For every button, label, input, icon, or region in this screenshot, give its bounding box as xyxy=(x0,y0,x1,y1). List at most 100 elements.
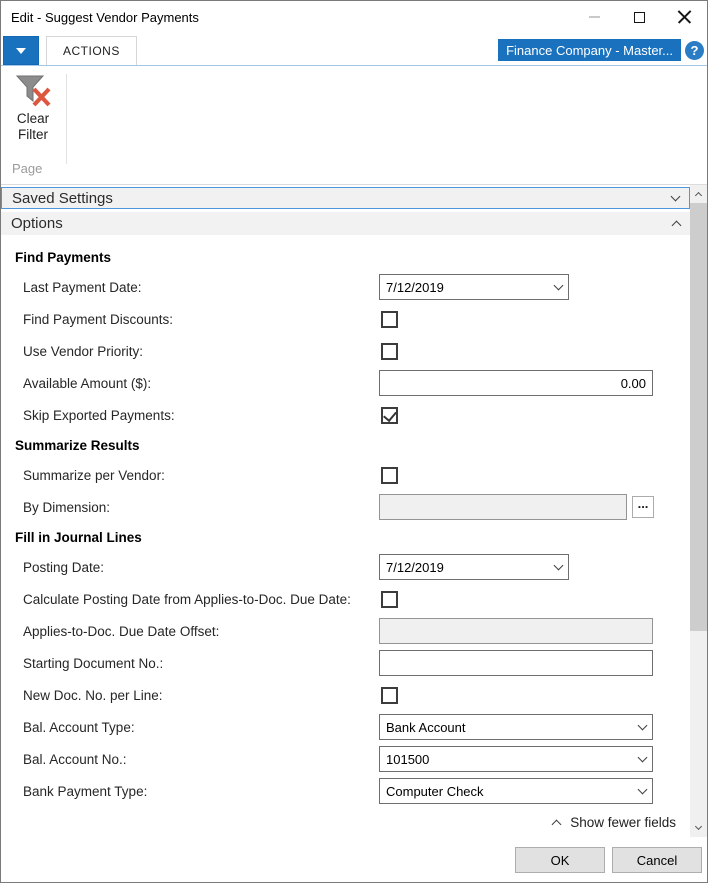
dialog-window: Edit - Suggest Vendor Payments ACTIONS F… xyxy=(0,0,708,883)
find-payment-discounts-checkbox[interactable] xyxy=(381,311,398,328)
field-label: Find Payment Discounts: xyxy=(1,312,379,327)
titlebar: Edit - Suggest Vendor Payments xyxy=(1,1,707,33)
use-vendor-priority-checkbox[interactable] xyxy=(381,343,398,360)
field-row-available-amount: Available Amount ($): 0.00 xyxy=(1,367,690,399)
combo-value: 7/12/2019 xyxy=(386,280,444,295)
available-amount-input[interactable]: 0.00 xyxy=(379,370,653,396)
chevron-up-icon xyxy=(695,192,702,199)
field-label: Bal. Account No.: xyxy=(1,752,379,767)
saved-settings-label: Saved Settings xyxy=(12,190,672,207)
field-label: Posting Date: xyxy=(1,560,379,575)
clear-filter-button[interactable]: Clear Filter xyxy=(6,74,60,143)
cancel-button[interactable]: Cancel xyxy=(612,847,702,873)
triangle-down-icon xyxy=(16,48,26,54)
chevron-down-icon xyxy=(638,752,648,762)
saved-settings-header[interactable]: Saved Settings xyxy=(1,187,690,209)
bal-account-type-combo[interactable]: Bank Account xyxy=(379,714,653,740)
field-label: Calculate Posting Date from Applies-to-D… xyxy=(1,592,379,607)
combo-value: 101500 xyxy=(386,752,429,767)
by-dimension-input xyxy=(379,494,627,520)
close-icon xyxy=(677,10,692,25)
chevron-down-icon xyxy=(695,823,702,830)
assist-edit-button[interactable]: ... xyxy=(632,496,654,518)
bal-account-no-combo[interactable]: 101500 xyxy=(379,746,653,772)
field-row-bal-account-type: Bal. Account Type: Bank Account xyxy=(1,711,690,743)
field-row-by-dimension: By Dimension: ... xyxy=(1,491,690,523)
field-row-posting-date: Posting Date: 7/12/2019 xyxy=(1,551,690,583)
calc-posting-date-checkbox[interactable] xyxy=(381,591,398,608)
field-label: Last Payment Date: xyxy=(1,280,379,295)
scroll-content: Saved Settings Options Find Payments Las… xyxy=(1,185,690,837)
options-form: Find Payments Last Payment Date: 7/12/20… xyxy=(1,235,690,837)
field-label: Starting Document No.: xyxy=(1,656,379,671)
company-badge[interactable]: Finance Company - Master... xyxy=(498,39,681,61)
maximize-button[interactable] xyxy=(617,2,662,33)
combo-value: Bank Account xyxy=(386,720,466,735)
combo-value: 7/12/2019 xyxy=(386,560,444,575)
combo-value: Computer Check xyxy=(386,784,484,799)
field-row-bal-account-no: Bal. Account No.: 101500 xyxy=(1,743,690,775)
options-header[interactable]: Options xyxy=(1,212,690,235)
field-row-due-date-offset: Applies-to-Doc. Due Date Offset: xyxy=(1,615,690,647)
dialog-footer: OK Cancel xyxy=(1,837,707,883)
field-row-new-doc-no-per-line: New Doc. No. per Line: xyxy=(1,679,690,711)
ribbon-tabstrip: ACTIONS Finance Company - Master... ? xyxy=(1,33,707,66)
main-area: Saved Settings Options Find Payments Las… xyxy=(1,185,707,837)
help-icon[interactable]: ? xyxy=(685,41,704,60)
starting-document-no-input[interactable] xyxy=(379,650,653,676)
field-row-summarize-per-vendor: Summarize per Vendor: xyxy=(1,459,690,491)
maximize-icon xyxy=(634,12,645,23)
posting-date-combo[interactable]: 7/12/2019 xyxy=(379,554,569,580)
section-title-fill-in-journal-lines: Fill in Journal Lines xyxy=(1,523,690,551)
field-label: Bal. Account Type: xyxy=(1,720,379,735)
scrollbar-thumb[interactable] xyxy=(690,203,707,631)
field-label: Skip Exported Payments: xyxy=(1,408,379,423)
field-row-skip-exported-payments: Skip Exported Payments: xyxy=(1,399,690,431)
show-fewer-fields-link[interactable]: Show fewer fields xyxy=(1,807,690,837)
field-label: By Dimension: xyxy=(1,500,379,515)
ok-button[interactable]: OK xyxy=(515,847,605,873)
system-menu-button[interactable] xyxy=(3,36,39,65)
summarize-per-vendor-checkbox[interactable] xyxy=(381,467,398,484)
chevron-down-icon xyxy=(554,560,564,570)
skip-exported-payments-checkbox[interactable] xyxy=(381,407,398,424)
field-label: Bank Payment Type: xyxy=(1,784,379,799)
options-label: Options xyxy=(11,215,673,232)
field-label: Applies-to-Doc. Due Date Offset: xyxy=(1,624,379,639)
scroll-up-button[interactable] xyxy=(690,185,707,202)
ribbon-group-divider xyxy=(66,74,67,164)
chevron-down-icon xyxy=(671,191,681,201)
field-row-find-payment-discounts: Find Payment Discounts: xyxy=(1,303,690,335)
show-fewer-fields-label: Show fewer fields xyxy=(570,815,676,830)
due-date-offset-input xyxy=(379,618,653,644)
section-title-find-payments: Find Payments xyxy=(1,243,690,271)
vertical-scrollbar[interactable] xyxy=(690,185,707,837)
chevron-up-icon xyxy=(552,819,562,829)
chevron-down-icon xyxy=(638,720,648,730)
minimize-button xyxy=(572,2,617,33)
field-label: New Doc. No. per Line: xyxy=(1,688,379,703)
ribbon-group-label: Page xyxy=(12,161,42,176)
clear-filter-icon xyxy=(14,74,52,108)
scroll-down-button[interactable] xyxy=(690,820,707,837)
bank-payment-type-combo[interactable]: Computer Check xyxy=(379,778,653,804)
last-payment-date-combo[interactable]: 7/12/2019 xyxy=(379,274,569,300)
window-title: Edit - Suggest Vendor Payments xyxy=(1,10,572,25)
field-label: Available Amount ($): xyxy=(1,376,379,391)
minimize-icon xyxy=(589,16,600,18)
field-row-bank-payment-type: Bank Payment Type: Computer Check xyxy=(1,775,690,807)
chevron-down-icon xyxy=(554,280,564,290)
tab-actions[interactable]: ACTIONS xyxy=(46,36,137,65)
field-row-last-payment-date: Last Payment Date: 7/12/2019 xyxy=(1,271,690,303)
chevron-down-icon xyxy=(638,784,648,794)
clear-filter-label-1: Clear xyxy=(6,111,60,127)
new-doc-no-per-line-checkbox[interactable] xyxy=(381,687,398,704)
close-button[interactable] xyxy=(662,2,707,33)
ribbon: Clear Filter Page xyxy=(1,66,707,185)
field-label: Use Vendor Priority: xyxy=(1,344,379,359)
field-row-starting-document-no: Starting Document No.: xyxy=(1,647,690,679)
field-row-use-vendor-priority: Use Vendor Priority: xyxy=(1,335,690,367)
clear-filter-label-2: Filter xyxy=(6,127,60,143)
amount-value: 0.00 xyxy=(621,376,646,391)
chevron-up-icon xyxy=(672,221,682,231)
